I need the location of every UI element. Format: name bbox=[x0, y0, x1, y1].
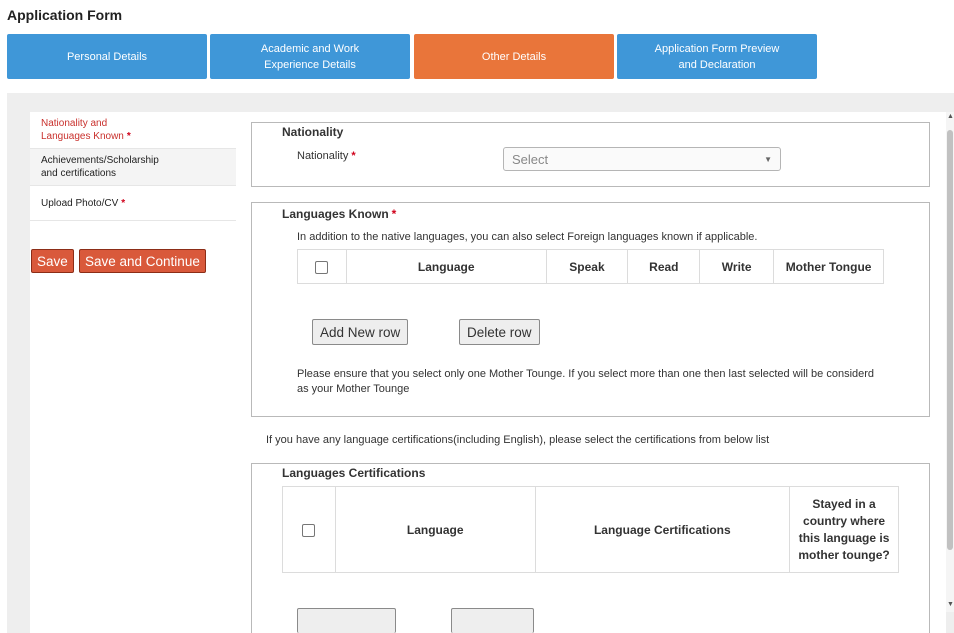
stayed-col-line3: this language is bbox=[798, 530, 890, 545]
add-certification-row-button[interactable] bbox=[297, 608, 396, 633]
column-header-language: Language bbox=[345, 249, 547, 284]
tab-label: Other Details bbox=[481, 50, 547, 63]
tab-label-line2: Experience Details bbox=[264, 58, 356, 71]
nationality-legend: Nationality bbox=[282, 125, 344, 139]
stayed-col-line1: Stayed in a bbox=[812, 496, 876, 511]
nationality-select[interactable]: Select ▼ bbox=[503, 147, 781, 171]
add-new-row-button[interactable]: Add New row bbox=[312, 319, 409, 345]
column-header-speak: Speak bbox=[545, 249, 629, 284]
languages-hint: In addition to the native languages, you… bbox=[297, 231, 758, 243]
page-title: Application Form bbox=[7, 7, 123, 23]
select-all-cell bbox=[297, 249, 347, 284]
sidebar-item-label-line2: and certifications bbox=[41, 168, 117, 179]
tab-other-details[interactable]: Other Details bbox=[414, 34, 614, 79]
stayed-col-line2: country where bbox=[803, 513, 886, 528]
table-header-row: Language Language Certifications Stayed … bbox=[282, 486, 899, 573]
note-line1: Please ensure that you select only one M… bbox=[297, 368, 875, 380]
tab-label: Personal Details bbox=[66, 50, 148, 63]
select-all-checkbox[interactable] bbox=[315, 260, 329, 274]
languages-known-legend: Languages Known * bbox=[282, 207, 396, 221]
tab-label-line1: Application Form Preview bbox=[654, 42, 780, 55]
note-line2: as your Mother Tounge bbox=[297, 383, 410, 395]
select-all-cell bbox=[282, 486, 336, 573]
languages-legend-text: Languages Known bbox=[282, 207, 389, 221]
stayed-col-line4: mother tounge? bbox=[798, 547, 890, 562]
table-header-row: Language Speak Read Write Mother Tongue bbox=[297, 249, 884, 284]
required-marker: * bbox=[126, 131, 131, 142]
save-and-continue-button[interactable]: Save and Continue bbox=[79, 249, 206, 273]
select-all-checkbox[interactable] bbox=[302, 523, 316, 537]
certifications-legend: Languages Certifications bbox=[282, 466, 426, 480]
select-value: Select bbox=[512, 152, 549, 167]
column-header-write: Write bbox=[699, 249, 775, 284]
mother-tongue-note: Please ensure that you select only one M… bbox=[297, 367, 897, 397]
sidebar-item-label-line2: Languages Known bbox=[41, 131, 124, 142]
scrollbar-thumb[interactable] bbox=[947, 130, 953, 550]
tab-label-line1: Academic and Work bbox=[260, 42, 360, 55]
column-header-language: Language bbox=[334, 486, 536, 573]
save-button[interactable]: Save bbox=[31, 249, 74, 273]
nationality-label: Nationality * bbox=[297, 150, 356, 162]
languages-table: Language Speak Read Write Mother Tongue bbox=[297, 249, 884, 284]
sidebar-item-upload-photo-cv[interactable]: Upload Photo/CV * bbox=[30, 186, 236, 221]
tab-preview-declaration[interactable]: Application Form Preview and Declaration bbox=[617, 34, 817, 79]
delete-row-button[interactable]: Delete row bbox=[459, 319, 540, 345]
certifications-table: Language Language Certifications Stayed … bbox=[282, 486, 899, 573]
tab-academic-work-experience[interactable]: Academic and Work Experience Details bbox=[210, 34, 410, 79]
sidebar-item-nationality-languages[interactable]: Nationality and Languages Known * bbox=[30, 112, 236, 149]
chevron-down-icon: ▼ bbox=[764, 155, 772, 164]
sidebar-item-achievements[interactable]: Achievements/Scholarship and certificati… bbox=[30, 149, 236, 186]
sidebar-item-label-line1: Nationality and bbox=[41, 118, 108, 129]
tab-label-line2: and Declaration bbox=[678, 58, 756, 71]
sidebar-item-label: Upload Photo/CV bbox=[41, 198, 119, 209]
sidebar-item-label-line1: Achievements/Scholarship bbox=[41, 155, 159, 166]
section-sidebar: Nationality and Languages Known * Achieve… bbox=[30, 112, 236, 221]
certifications-intro: If you have any language certifications(… bbox=[266, 434, 770, 446]
delete-certification-row-button[interactable] bbox=[451, 608, 534, 633]
required-marker: * bbox=[391, 207, 397, 221]
column-header-mother-tongue: Mother Tongue bbox=[773, 249, 884, 284]
scroll-up-icon[interactable]: ▲ bbox=[947, 113, 954, 120]
nationality-label-text: Nationality bbox=[297, 150, 349, 162]
column-header-language-certifications: Language Certifications bbox=[534, 486, 791, 573]
required-marker: * bbox=[121, 198, 126, 209]
tab-personal-details[interactable]: Personal Details bbox=[7, 34, 207, 79]
column-header-stayed-country: Stayed in a country where this language … bbox=[789, 486, 899, 573]
required-marker: * bbox=[351, 150, 356, 162]
scroll-down-icon[interactable]: ▼ bbox=[947, 601, 954, 608]
column-header-read: Read bbox=[627, 249, 701, 284]
